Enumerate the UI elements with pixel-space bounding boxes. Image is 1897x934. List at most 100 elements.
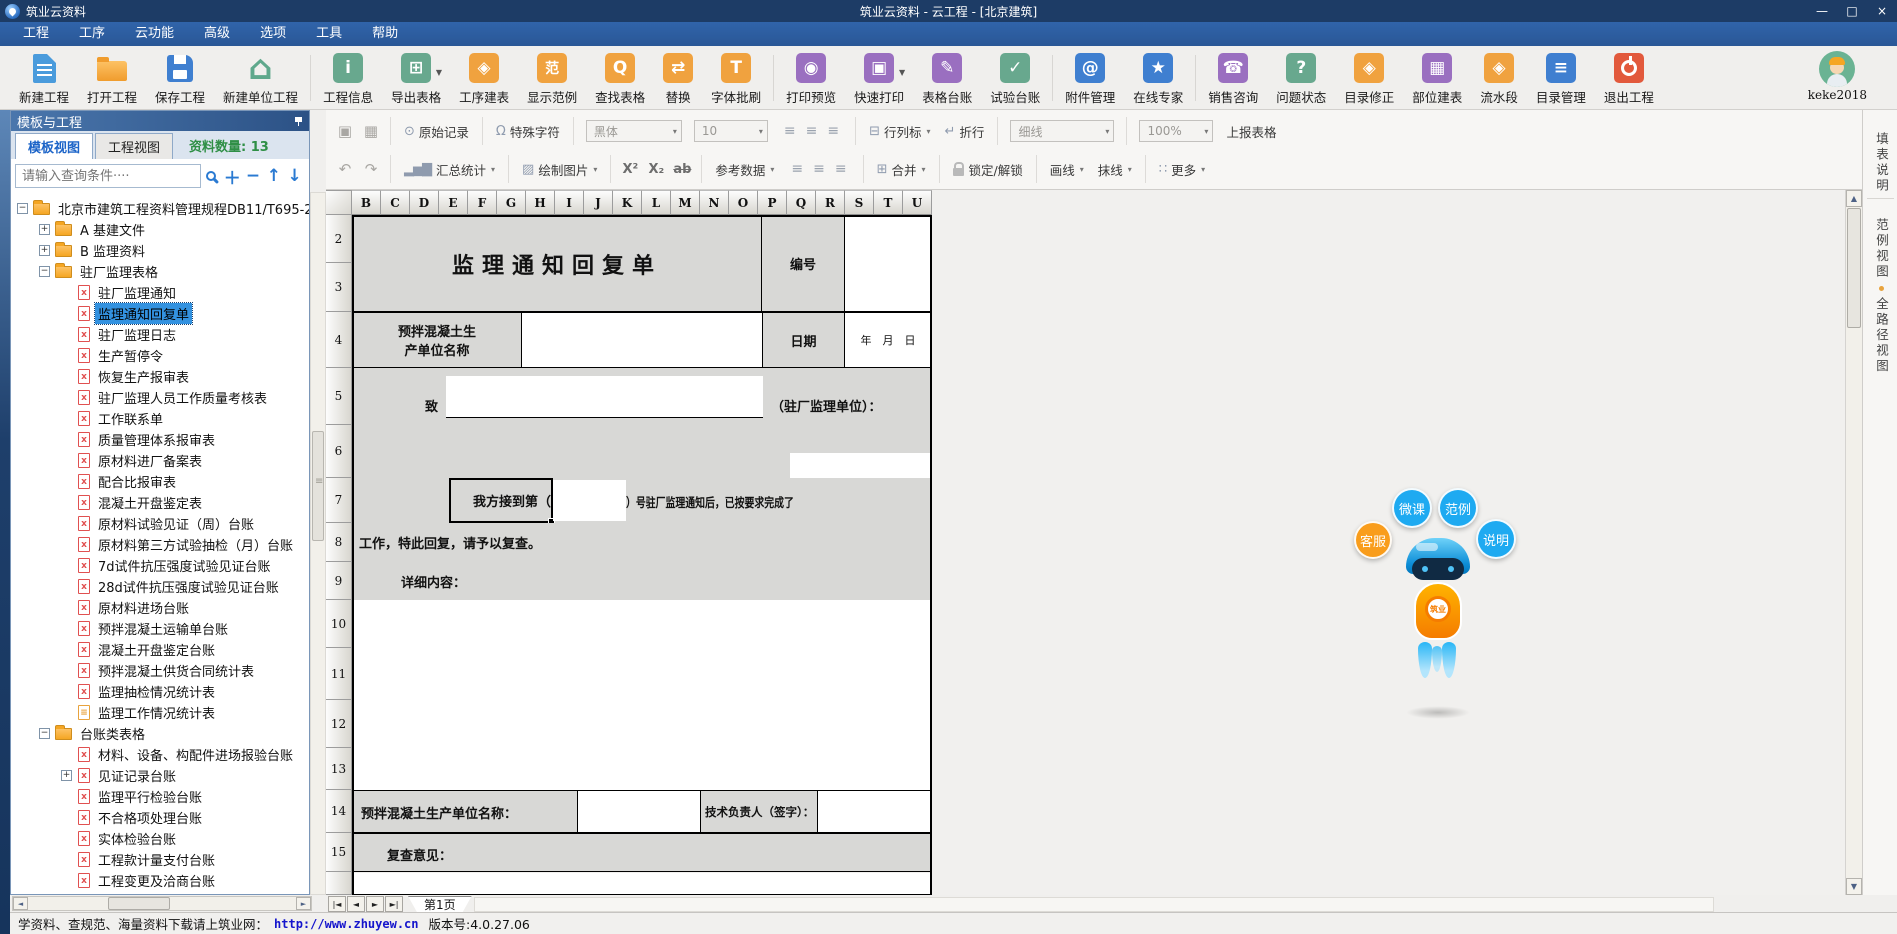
maximize-button[interactable]: □ bbox=[1837, 0, 1867, 22]
tree-item[interactable]: x实体检验台账 bbox=[11, 828, 309, 849]
sidebar-vertical-scrollbar[interactable] bbox=[310, 192, 326, 895]
move-up-icon[interactable]: ↑ bbox=[263, 165, 284, 187]
tree-item[interactable]: −北京市建筑工程资料管理规程DB11/T695-2017 bbox=[11, 198, 309, 219]
save-project-button[interactable]: 保存工程 bbox=[146, 51, 214, 106]
column-header-I[interactable]: I bbox=[555, 190, 584, 215]
row-header-3[interactable]: 3 bbox=[326, 263, 352, 312]
customer-service-button[interactable]: 客服 bbox=[1354, 521, 1392, 559]
tree-item[interactable]: x监理平行检验台账 bbox=[11, 786, 309, 807]
minimize-button[interactable]: — bbox=[1807, 0, 1837, 22]
tree-item[interactable]: x材料、设备、构配件进场报验台账 bbox=[11, 744, 309, 765]
tree-item[interactable]: x预拌混凝土运输单台账 bbox=[11, 618, 309, 639]
font-family-select[interactable]: 黑体▾ bbox=[586, 120, 682, 142]
column-header-P[interactable]: P bbox=[758, 190, 787, 215]
help-button[interactable]: 说明 bbox=[1476, 519, 1516, 559]
user-avatar[interactable] bbox=[1819, 51, 1855, 87]
tab-fill-instructions[interactable]: 填表说明 bbox=[1872, 132, 1891, 194]
align-center-icon[interactable]: ≡ bbox=[806, 123, 818, 139]
special-char-button[interactable]: Ω特殊字符 bbox=[489, 122, 567, 141]
process-table-button[interactable]: ◈工序建表 bbox=[450, 51, 518, 106]
dropdown-caret-icon[interactable]: ▼ bbox=[899, 68, 905, 77]
flow-section-button[interactable]: ◈流水段 bbox=[1471, 51, 1527, 106]
reference-data-button[interactable]: 参考数据▾ bbox=[708, 160, 781, 179]
footer-producer-input-cell[interactable] bbox=[577, 790, 701, 833]
form-title-cell[interactable]: 监理通知回复单 bbox=[352, 215, 762, 312]
project-info-button[interactable]: i工程信息 bbox=[314, 51, 382, 106]
column-header-D[interactable]: D bbox=[410, 190, 439, 215]
font-size-select[interactable]: 10▾ bbox=[694, 120, 768, 142]
wrap-line-button[interactable]: ↵折行 bbox=[938, 122, 992, 141]
search-icon[interactable] bbox=[201, 165, 222, 187]
tree-item[interactable]: x质量管理体系报审表 bbox=[11, 429, 309, 450]
zhuye-link[interactable]: http://www.zhuyew.cn bbox=[274, 917, 419, 931]
row-header-8[interactable]: 8 bbox=[326, 523, 352, 562]
catalog-manage-button[interactable]: ≡目录管理 bbox=[1527, 51, 1595, 106]
row-header-9[interactable]: 9 bbox=[326, 562, 352, 600]
draw-image-button[interactable]: ▨绘制图片▾ bbox=[515, 160, 604, 179]
column-header-Q[interactable]: Q bbox=[787, 190, 816, 215]
tree-item[interactable]: x原材料进厂备案表 bbox=[11, 450, 309, 471]
tree-item[interactable]: x原材料进场台账 bbox=[11, 597, 309, 618]
exit-project-button[interactable]: 退出工程 bbox=[1595, 51, 1663, 106]
body-row[interactable]: 我方接到第（ ）号驻厂监理通知后，已按要求完成了 bbox=[353, 478, 931, 523]
align-center-icon[interactable]: ≡ bbox=[813, 161, 825, 177]
close-button[interactable]: × bbox=[1867, 0, 1897, 22]
tab-template-view[interactable]: 模板视图 bbox=[15, 133, 93, 159]
date-input-cell[interactable]: 年 月 日 bbox=[844, 312, 932, 368]
column-header-N[interactable]: N bbox=[700, 190, 729, 215]
detail-input-area[interactable] bbox=[353, 600, 931, 790]
tree-item[interactable]: x驻厂监理通知 bbox=[11, 282, 309, 303]
show-example-button[interactable]: 范显示范例 bbox=[518, 51, 586, 106]
sheet-vertical-scrollbar[interactable]: ▲ ▼ bbox=[1845, 190, 1862, 895]
menu-item-1[interactable]: 工序 bbox=[64, 22, 120, 46]
column-header-M[interactable]: M bbox=[671, 190, 700, 215]
expand-icon[interactable]: + bbox=[61, 770, 72, 781]
tab-full-path-view[interactable]: 全路径视图 bbox=[1872, 297, 1891, 375]
row-col-header-button[interactable]: ⊟行列标▾ bbox=[862, 122, 937, 141]
review-label-row[interactable]: 复查意见： bbox=[352, 833, 932, 872]
form-no-label-cell[interactable]: 编号 bbox=[761, 215, 845, 312]
sheet-corner-cell[interactable] bbox=[326, 190, 352, 215]
tree-item[interactable]: −驻厂监理表格 bbox=[11, 261, 309, 282]
next-sheet-icon[interactable]: ► bbox=[366, 896, 384, 912]
column-header-K[interactable]: K bbox=[613, 190, 642, 215]
tree-item[interactable]: x混凝土开盘鉴定表 bbox=[11, 492, 309, 513]
collapse-all-icon[interactable]: − bbox=[243, 165, 264, 187]
row-header-7[interactable]: 7 bbox=[326, 478, 352, 523]
erase-line-button[interactable]: 抹线▾ bbox=[1091, 160, 1139, 179]
menu-item-4[interactable]: 选项 bbox=[245, 22, 301, 46]
column-header-L[interactable]: L bbox=[642, 190, 671, 215]
tree-item[interactable]: x7d试件抗压强度试验见证台账 bbox=[11, 555, 309, 576]
first-sheet-icon[interactable]: |◄ bbox=[328, 896, 346, 912]
row-header-5[interactable]: 5 bbox=[326, 368, 352, 425]
print-preview-button[interactable]: ◉打印预览 bbox=[777, 51, 845, 106]
align-left-icon[interactable]: ≡ bbox=[784, 123, 796, 139]
body-line2-row[interactable]: 工作，特此回复，请予以复查。 bbox=[353, 523, 931, 562]
expand-icon[interactable]: + bbox=[39, 245, 50, 256]
prev-sheet-icon[interactable]: ◄ bbox=[347, 896, 365, 912]
tree-item[interactable]: x混凝土开盘鉴定台账 bbox=[11, 639, 309, 660]
tree-item[interactable]: x监理通知回复单 bbox=[11, 303, 309, 324]
notice-no-input-cell[interactable] bbox=[553, 480, 626, 521]
sales-consult-button[interactable]: ☎销售咨询 bbox=[1199, 51, 1267, 106]
expand-icon[interactable]: + bbox=[39, 224, 50, 235]
row-header-4[interactable]: 4 bbox=[326, 312, 352, 368]
column-header-F[interactable]: F bbox=[468, 190, 497, 215]
row-header-14[interactable]: 14 bbox=[326, 790, 352, 833]
copy-icon[interactable]: ▣ bbox=[332, 122, 358, 140]
replace-button[interactable]: ⇄替换 bbox=[654, 51, 702, 106]
move-down-icon[interactable]: ↓ bbox=[284, 165, 305, 187]
row-header-10[interactable]: 10 bbox=[326, 600, 352, 648]
row-header-11[interactable]: 11 bbox=[326, 648, 352, 700]
export-table-button[interactable]: ⊞▼导出表格 bbox=[382, 51, 450, 106]
collapse-icon[interactable]: − bbox=[39, 266, 50, 277]
tree-item[interactable]: x工程变更及洽商台账 bbox=[11, 870, 309, 891]
last-sheet-icon[interactable]: ►| bbox=[385, 896, 403, 912]
sheet-scroll-track[interactable] bbox=[474, 897, 1714, 912]
test-ledger-button[interactable]: ✓试验台账 bbox=[981, 51, 1049, 106]
column-header-E[interactable]: E bbox=[439, 190, 468, 215]
strikethrough-icon[interactable]: ab bbox=[669, 162, 695, 177]
lock-unlock-button[interactable]: 锁定/解锁 bbox=[946, 160, 1030, 179]
more-button[interactable]: ∷更多▾ bbox=[1152, 160, 1212, 179]
column-header-G[interactable]: G bbox=[497, 190, 526, 215]
